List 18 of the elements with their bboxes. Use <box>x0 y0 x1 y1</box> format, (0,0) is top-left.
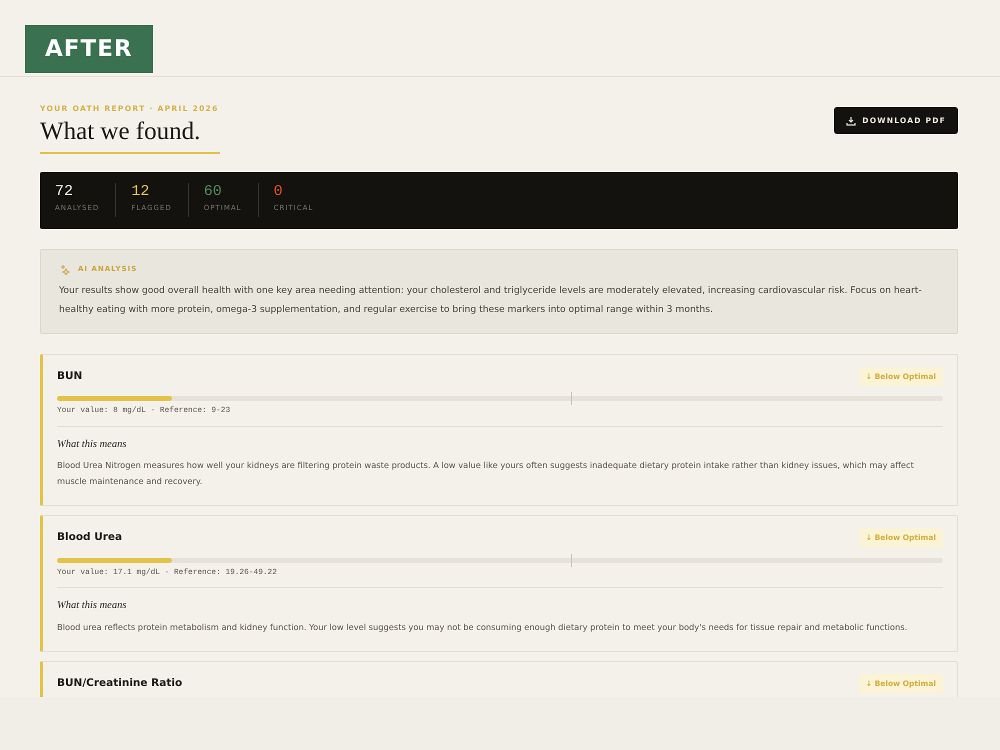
ai-analysis-text: Your results show good overall health with one key area needing attention: your cholesterol and triglyceride levels are moderately elevated, increasing cardiovascular risk. Focus on heart-healthy eating with more protein, omega-3 supplementation, and regular exercise to bring these markers into optimal range within 3 months. <box>59 284 923 317</box>
stat-value: 72 <box>55 183 74 202</box>
stat-value: 12 <box>131 183 150 202</box>
marker-name: BUN/Creatinine Ratio <box>57 676 182 691</box>
stat-value: 60 <box>204 183 223 202</box>
marker-name: BUN <box>57 368 82 384</box>
download-icon <box>846 116 856 126</box>
optimal-marker <box>570 392 572 405</box>
optimal-marker <box>570 554 572 567</box>
page-title: What we found. <box>40 118 220 154</box>
marker-name: Blood Urea <box>57 530 122 546</box>
stat-value: 0 <box>274 183 284 202</box>
after-label: AFTER <box>25 25 153 73</box>
explanation-text: Blood urea reflects protein metabolism and kidney function. Your low level suggests you may not be consuming enough dietary protein to meet your body's needs for tissue repair and metabolic functions. <box>57 621 908 634</box>
explanation-heading: What this means <box>57 599 128 614</box>
sparkle-icon <box>59 264 70 275</box>
explanation-text: Blood Urea Nitrogen measures how well your kidneys are filtering protein waste products. A low value like yours often suggests inadequate dietary protein intake rather than kidney issues, which may affect muscle maintenance and recovery. <box>57 459 915 488</box>
explanation-heading: What this means <box>57 438 128 452</box>
